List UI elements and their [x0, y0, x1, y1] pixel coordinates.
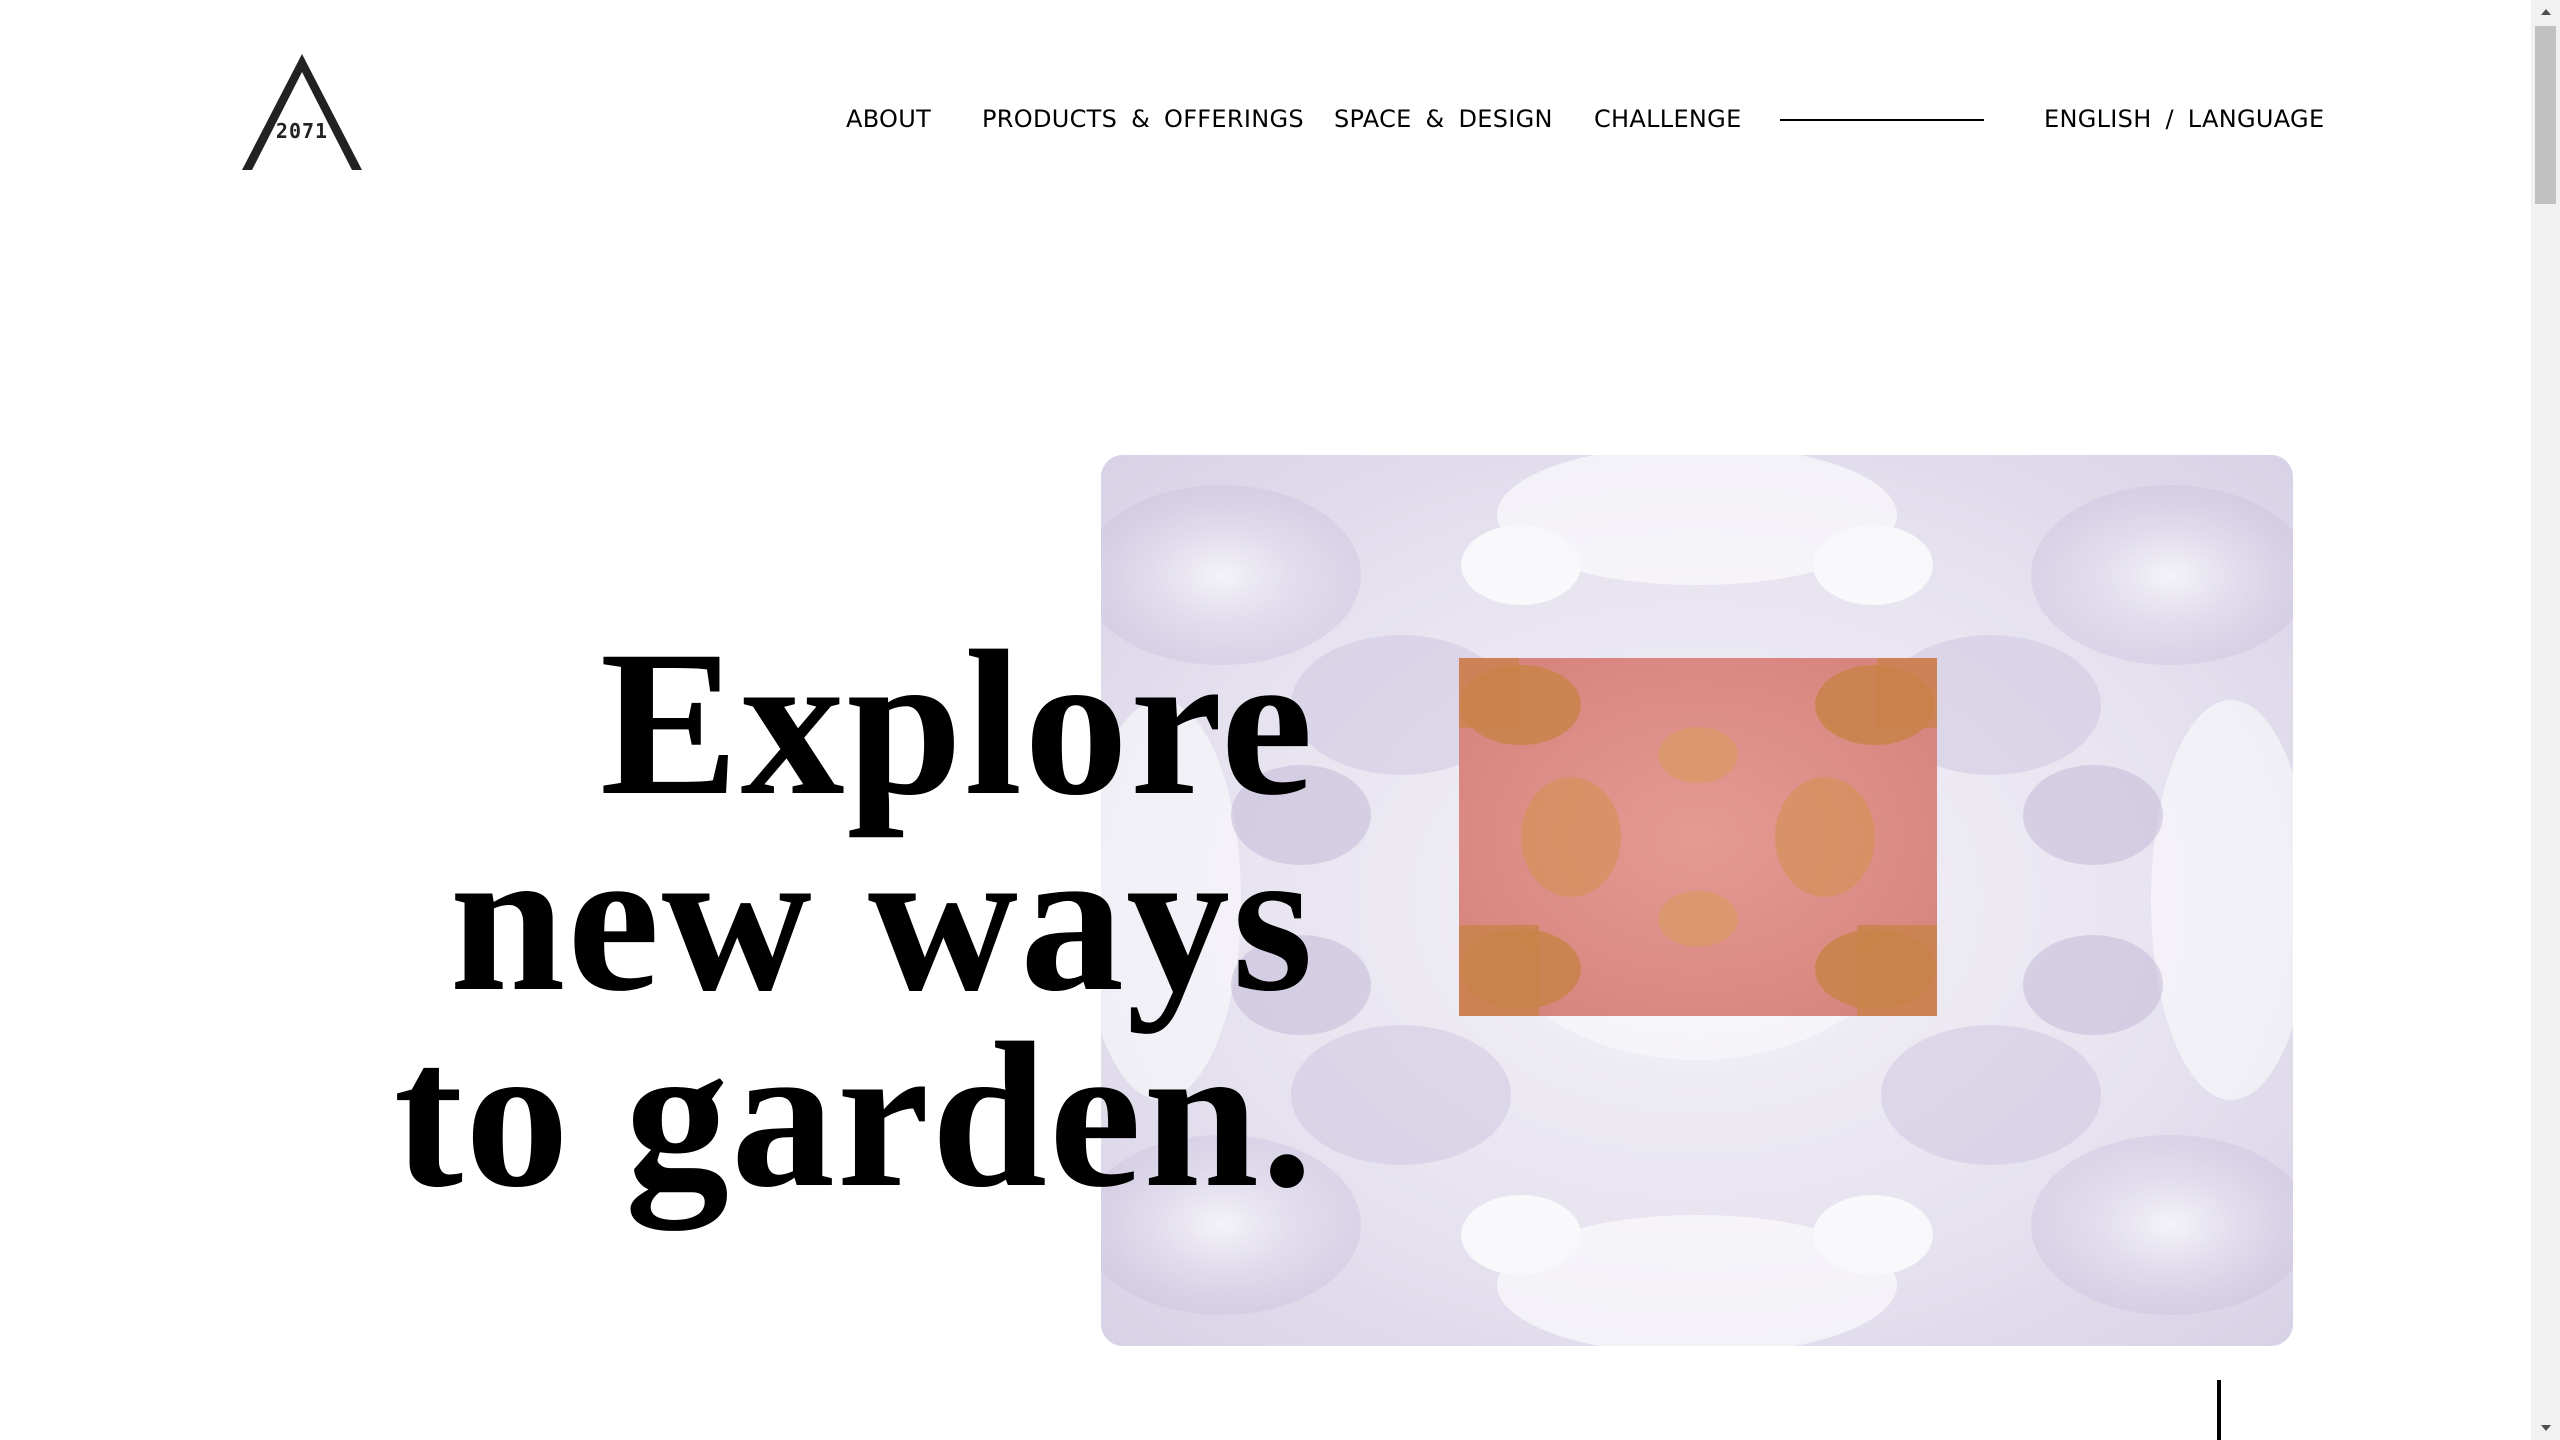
- language-selector[interactable]: ENGLISH / LANGUAGE: [2044, 104, 2324, 134]
- scroll-down-arrow-icon[interactable]: [2531, 1416, 2560, 1440]
- main-nav: ABOUT PRODUCTS & OFFERINGS SPACE & DESIG…: [846, 104, 2324, 134]
- nav-space-design[interactable]: SPACE & DESIGN: [1334, 104, 1553, 134]
- nav-divider: [1780, 119, 1984, 121]
- logo-text: 2071: [276, 119, 328, 143]
- scrollbar-thumb[interactable]: [2535, 26, 2556, 204]
- hero-headline-line-1: Explore: [599, 608, 1315, 838]
- triangle-logo-icon: 2071: [242, 54, 362, 170]
- nav-challenge[interactable]: CHALLENGE: [1594, 104, 1742, 134]
- hero-headline-line-3: to garden.: [393, 1000, 1315, 1230]
- scroll-indicator[interactable]: [2217, 1380, 2221, 1440]
- hero-headline-line-2: new ways: [449, 804, 1315, 1034]
- nav-about[interactable]: ABOUT: [846, 104, 931, 134]
- scroll-up-arrow-icon[interactable]: [2531, 0, 2560, 24]
- page-scrollbar[interactable]: [2531, 0, 2560, 1440]
- site-logo[interactable]: 2071: [238, 50, 366, 172]
- nav-products-offerings[interactable]: PRODUCTS & OFFERINGS: [982, 104, 1304, 134]
- hero-headline: Explore new ways to garden.: [300, 608, 1315, 1230]
